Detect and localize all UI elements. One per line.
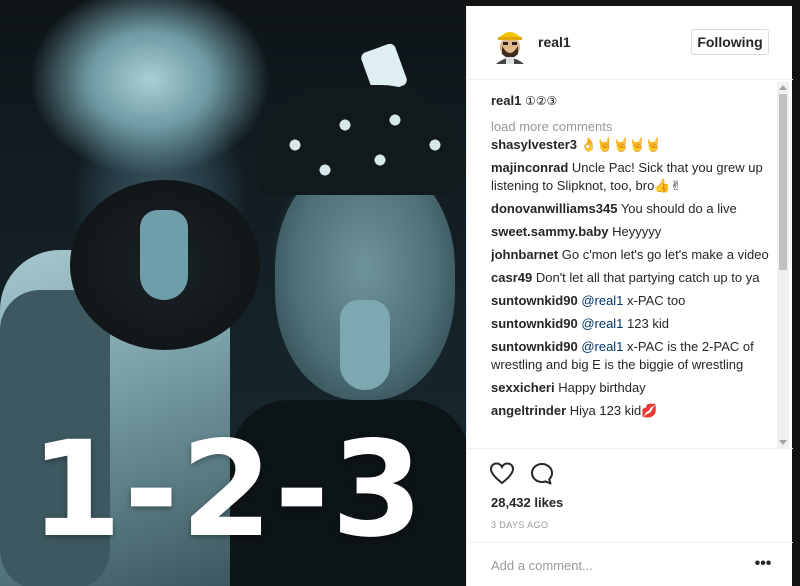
comment-username[interactable]: angeltrinder: [491, 403, 566, 418]
comment-mention-link[interactable]: @real1: [581, 293, 623, 308]
comment-text: 123 kid: [627, 316, 669, 331]
add-comment-bar: •••: [467, 542, 793, 586]
comment-text: Go c'mon let's go let's make a video: [561, 247, 769, 262]
comment-username[interactable]: majinconrad: [491, 160, 568, 175]
comment-text: Don't let all that partying catch up to …: [535, 270, 760, 285]
comment-text: You should do a live: [620, 201, 737, 216]
comment-text: x-PAC too: [627, 293, 686, 308]
post-side-panel: real1 Following real1 ①②③ load more comm…: [466, 6, 793, 586]
comment-row: suntownkid90 @real1 x-PAC too: [491, 292, 773, 310]
photo-tongue-right: [340, 300, 390, 390]
comment-row: majinconrad Uncle Pac! Sick that you gre…: [491, 159, 773, 195]
comment-username[interactable]: donovanwilliams345: [491, 201, 617, 216]
comment-row: suntownkid90 @real1 123 kid: [491, 315, 773, 333]
comment-username[interactable]: casr49: [491, 270, 532, 285]
heart-icon[interactable]: [489, 461, 515, 487]
comment-row: shasylvester3 👌🤘🤘🤘🤘: [491, 136, 773, 154]
post-caption: real1 ①②③: [491, 92, 773, 110]
comment-mention-link[interactable]: @real1: [581, 339, 623, 354]
comment-username[interactable]: johnbarnet: [491, 247, 558, 262]
comment-username[interactable]: suntownkid90: [491, 316, 578, 331]
comment-row: johnbarnet Go c'mon let's go let's make …: [491, 246, 773, 264]
comment-row: angeltrinder Hiya 123 kid💋: [491, 402, 773, 420]
load-more-comments-link[interactable]: load more comments: [491, 118, 773, 136]
comment-container: shasylvester3 👌🤘🤘🤘🤘 majinconrad Uncle Pac…: [491, 136, 773, 420]
comments-scrollbar[interactable]: [777, 82, 789, 448]
comment-username[interactable]: sexxicheri: [491, 380, 555, 395]
photo-tongue-left: [140, 210, 188, 300]
post-timestamp[interactable]: 3 DAYS AGO: [491, 520, 548, 530]
avatar[interactable]: [494, 24, 526, 64]
post-actions: 28,432 likes 3 DAYS AGO: [467, 448, 793, 540]
scroll-up-arrow-icon[interactable]: [779, 85, 787, 90]
comment-row: suntownkid90 @real1 x-PAC is the 2-PAC o…: [491, 338, 773, 374]
photo-overlay-text: 1-2-3: [30, 413, 426, 567]
comment-row: sexxicheri Happy birthday: [491, 379, 773, 397]
scrollbar-thumb[interactable]: [779, 94, 787, 270]
comment-username[interactable]: suntownkid90: [491, 293, 578, 308]
post-header: real1 Following: [467, 6, 793, 80]
following-button[interactable]: Following: [691, 29, 769, 55]
comment-row: donovanwilliams345 You should do a live: [491, 200, 773, 218]
speech-bubble-icon[interactable]: [529, 461, 555, 487]
more-options-icon[interactable]: •••: [751, 553, 775, 577]
comment-username[interactable]: suntownkid90: [491, 339, 578, 354]
comment-username[interactable]: sweet.sammy.baby: [491, 224, 609, 239]
post-photo[interactable]: 1-2-3: [0, 0, 466, 586]
comment-text: Happy birthday: [558, 380, 646, 395]
comment-mention-link[interactable]: @real1: [581, 316, 623, 331]
comment-username[interactable]: shasylvester3: [491, 137, 577, 152]
comment-input[interactable]: [491, 554, 741, 576]
comment-row: casr49 Don't let all that partying catch…: [491, 269, 773, 287]
comment-text: Heyyyyy: [612, 224, 662, 239]
scroll-down-arrow-icon[interactable]: [779, 440, 787, 445]
likes-count[interactable]: 28,432 likes: [491, 495, 563, 510]
caption-text: ①②③: [525, 94, 558, 108]
comments-list[interactable]: real1 ①②③ load more comments shasylveste…: [491, 92, 773, 446]
header-username[interactable]: real1: [538, 34, 571, 50]
caption-username[interactable]: real1: [491, 93, 521, 108]
comment-text: 👌🤘🤘🤘🤘: [580, 137, 662, 152]
comment-text: Hiya 123 kid💋: [569, 403, 658, 418]
comment-row: sweet.sammy.baby Heyyyyy: [491, 223, 773, 241]
